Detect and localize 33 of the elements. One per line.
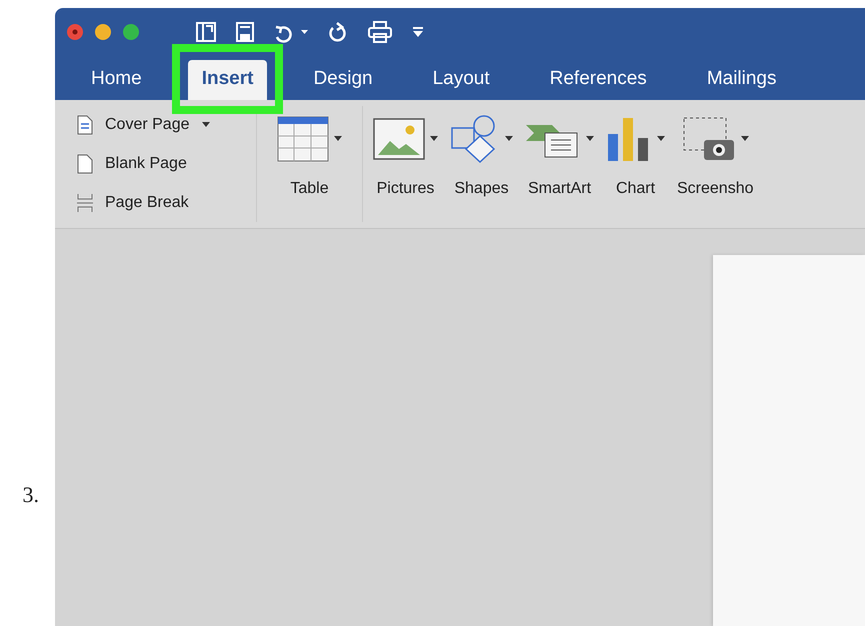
- step-number: 3.: [22, 482, 39, 508]
- ribbon-tab[interactable]: Insert: [188, 60, 268, 100]
- page-break-icon: [77, 192, 93, 213]
- ribbon-command[interactable]: Blank Page: [77, 154, 252, 174]
- caret-icon: [505, 136, 513, 142]
- ribbon-tab[interactable]: Design: [299, 60, 387, 100]
- ribbon-command[interactable]: Screensho: [671, 100, 760, 228]
- customize-toolbar-icon[interactable]: [411, 25, 425, 39]
- sidebar-icon[interactable]: [195, 21, 217, 43]
- ribbon-command[interactable]: Cover Page: [77, 115, 252, 136]
- blank-page-icon: [77, 154, 93, 174]
- print-icon[interactable]: [367, 20, 393, 44]
- ribbon-command[interactable]: Pictures: [367, 100, 444, 228]
- caret-icon: [430, 136, 438, 142]
- ribbon-tab[interactable]: Home: [77, 60, 156, 100]
- picture-icon: [373, 118, 425, 160]
- save-icon[interactable]: [235, 21, 255, 43]
- ribbon-command[interactable]: Page Break: [77, 192, 252, 213]
- ribbon-command[interactable]: Chart: [600, 100, 671, 228]
- ribbon-command[interactable]: Table: [261, 100, 358, 228]
- screenshot-icon: [682, 116, 736, 162]
- ribbon-tab[interactable]: References: [536, 60, 661, 100]
- ribbon-command[interactable]: SmartArt: [519, 100, 600, 228]
- caret-icon: [586, 136, 594, 142]
- caret-icon: [657, 136, 665, 142]
- ribbon-command[interactable]: Shapes: [444, 100, 519, 228]
- ribbon-tab[interactable]: Mailings: [692, 60, 791, 100]
- table-icon: [277, 116, 329, 162]
- caret-icon: [740, 136, 749, 142]
- caret-icon: [202, 122, 210, 128]
- ribbon-tab[interactable]: Layout: [418, 60, 504, 100]
- document-icon: [77, 115, 93, 136]
- caret-icon: [334, 136, 342, 142]
